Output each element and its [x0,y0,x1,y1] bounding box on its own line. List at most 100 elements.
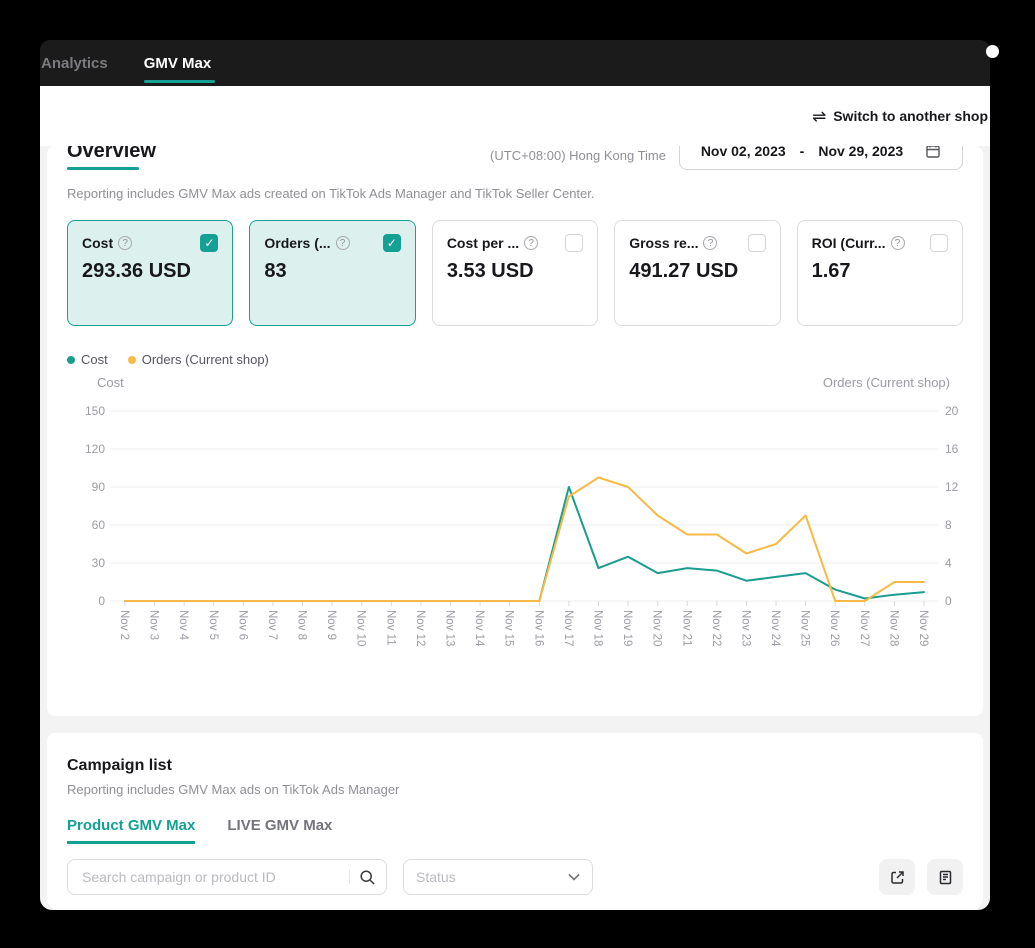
search-input[interactable] [80,868,345,886]
date-start: Nov 02, 2023 [700,146,786,159]
metric-value: 293.36 USD [82,260,191,282]
x-axis-label: Nov 12 [414,610,426,646]
metric-checkbox[interactable] [565,234,584,252]
tab-analytics-label: Analytics [41,54,108,72]
search-divider [349,870,350,884]
metric-card-cost-per[interactable]: Cost per ... 3.53 USD [431,220,599,326]
x-axis-label: Nov 11 [384,610,396,646]
x-axis-label: Nov 23 [739,610,751,646]
campaign-list-card: Campaign list Reporting includes GMV Max… [47,733,983,910]
chart-legend: Cost Orders (Current shop) [67,352,963,367]
x-axis-label: Nov 26 [828,610,840,646]
switch-shop-button[interactable]: ⇌ Switch to another shop [812,108,988,125]
x-axis-label: Nov 10 [355,610,367,646]
x-axis-label: Nov 27 [858,610,870,646]
metric-value: 491.27 USD [629,260,739,282]
shop-header: ⇌ Switch to another shop [40,86,990,146]
metric-checkbox[interactable] [930,234,949,252]
right-axis-tick: 20 [945,404,959,418]
metric-checkbox[interactable] [200,234,219,252]
x-axis-label: Nov 3 [148,610,160,640]
left-axis-title: Cost [97,375,124,390]
metric-checkbox[interactable] [747,234,766,252]
metric-cards-row: Cost 293.36 USD Orders (... 83 Cost per … [67,220,964,326]
swap-arrows-icon: ⇌ [811,106,827,126]
tab-product-gmv-max[interactable]: Product GMV Max [67,817,196,844]
status-select[interactable]: Status [403,859,593,895]
legend-item-cost[interactable]: Cost [67,352,108,367]
avatar-partial[interactable] [986,45,999,58]
x-axis-label: Nov 16 [532,610,544,646]
report-icon [937,869,954,886]
metric-checkbox[interactable] [382,234,401,252]
x-axis-label: Nov 24 [769,610,781,647]
report-button[interactable] [927,859,963,895]
tab-analytics[interactable]: Analytics [41,55,122,72]
help-icon[interactable] [524,236,539,250]
x-axis-label: Nov 28 [887,610,899,646]
axis-titles-row: Cost Orders (Current shop) [67,375,963,390]
filter-row: Status [67,859,963,895]
metric-card-roi[interactable]: ROI (Curr... 1.67 [796,220,964,326]
overview-header-row: Overview (UTC+08:00) Hong Kong Time Nov … [67,146,963,170]
metric-label: Gross re... [629,235,699,251]
overview-subtitle: Reporting includes GMV Max ads created o… [67,186,595,201]
x-axis-label: Nov 8 [296,610,308,640]
metric-value: 1.67 [811,260,851,282]
line-chart[interactable]: 0 30 60 90 120 150 0 4 8 12 16 20 Nov 2 Nov 3 Nov 4 Nov… [67,392,963,652]
x-axis-label: Nov 2 [118,610,130,640]
legend-label: Cost [81,352,108,367]
content-area: Overview (UTC+08:00) Hong Kong Time Nov … [40,146,990,910]
search-icon[interactable] [359,869,376,886]
active-tab-underline [143,79,216,83]
metric-card-cost[interactable]: Cost 293.36 USD [67,220,234,326]
overview-card: Overview (UTC+08:00) Hong Kong Time Nov … [47,146,983,716]
calendar-icon [925,146,941,159]
left-axis-tick: 0 [98,594,105,608]
metric-label: Cost [82,235,114,251]
export-button[interactable] [879,859,915,895]
x-axis-label: Nov 18 [591,610,603,646]
x-axis-label: Nov 7 [266,610,278,640]
metric-value: 83 [264,260,287,282]
right-axis-tick: 12 [945,480,959,494]
series-orders-current-shop- [124,476,925,602]
right-axis-tick: 0 [945,594,952,608]
tab-gmv-max-label: GMV Max [143,54,212,72]
date-separator: - [799,146,805,159]
metric-card-gross-revenue[interactable]: Gross re... 491.27 USD [614,220,781,326]
campaign-list-title: Campaign list [67,757,172,774]
metric-label: Orders (... [264,235,331,251]
right-axis-tick: 4 [945,556,952,570]
left-axis-tick: 120 [85,442,105,456]
timezone-label: (UTC+08:00) Hong Kong Time [490,148,666,163]
screenshot-stage: Analytics GMV Max ⇌ Switch to another sh… [0,0,1035,948]
x-axis-label: Nov 17 [562,610,574,646]
help-icon[interactable] [703,236,718,250]
overview-header-right: (UTC+08:00) Hong Kong Time Nov 02, 2023 … [490,146,963,170]
x-axis-label: Nov 6 [236,610,248,640]
x-axis-label: Nov 5 [207,610,219,640]
x-axis-label: Nov 20 [651,610,663,646]
status-placeholder: Status [416,869,456,885]
tab-gmv-max[interactable]: GMV Max [143,54,226,83]
x-axis-label: Nov 15 [503,610,515,646]
metric-card-orders[interactable]: Orders (... 83 [249,220,416,326]
overview-title-block: Overview [67,146,156,170]
help-icon[interactable] [335,236,350,250]
campaign-list-tabs: Product GMV Max LIVE GMV Max [67,817,963,844]
left-axis-tick: 60 [92,518,106,532]
left-axis-tick: 30 [92,556,106,570]
date-range-picker[interactable]: Nov 02, 2023 - Nov 29, 2023 [679,146,963,170]
campaign-list-subtitle: Reporting includes GMV Max ads on TikTok… [67,782,400,797]
chevron-down-icon [568,873,580,881]
overview-title-underline [67,167,139,170]
help-icon[interactable] [890,236,905,250]
tab-live-gmv-max[interactable]: LIVE GMV Max [227,817,332,844]
legend-item-orders[interactable]: Orders (Current shop) [127,352,269,367]
x-axis-label: Nov 9 [325,610,337,640]
x-axis-label: Nov 21 [680,610,692,646]
series-cost [124,486,925,602]
help-icon[interactable] [118,236,133,250]
x-axis-label: Nov 25 [799,610,811,646]
